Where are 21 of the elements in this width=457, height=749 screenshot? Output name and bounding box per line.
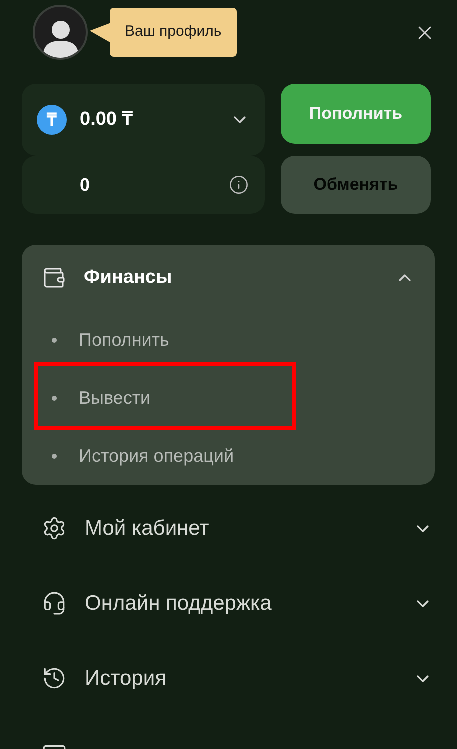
gear-icon xyxy=(42,516,67,541)
bullet-icon xyxy=(52,454,57,458)
bullet-icon xyxy=(52,396,57,400)
menu-item[interactable]: Онлайн поддержка xyxy=(0,566,457,641)
finance-header[interactable]: Финансы xyxy=(22,245,435,311)
finance-link[interactable]: История операций xyxy=(79,442,234,470)
balance-amount: 0.00 ₸ xyxy=(80,108,132,132)
headset-icon xyxy=(42,591,67,616)
bullet-icon xyxy=(52,338,57,342)
balance-selector[interactable]: ₸ 0.00 ₸ xyxy=(22,84,265,156)
bonus-value: 0 xyxy=(80,174,90,196)
clock-icon xyxy=(42,666,67,691)
currency-badge: ₸ xyxy=(37,105,67,135)
info-icon[interactable] xyxy=(229,175,249,195)
menu-item[interactable]: Мой кабинет xyxy=(0,491,457,566)
tooltip-pointer xyxy=(90,22,111,42)
finance-link[interactable]: Пополнить xyxy=(79,326,170,354)
menu-item[interactable]: История xyxy=(0,641,457,716)
finance-link[interactable]: Вывести xyxy=(79,384,151,412)
wallet-icon xyxy=(42,266,66,290)
profile-tooltip: Ваш профиль xyxy=(110,8,237,57)
